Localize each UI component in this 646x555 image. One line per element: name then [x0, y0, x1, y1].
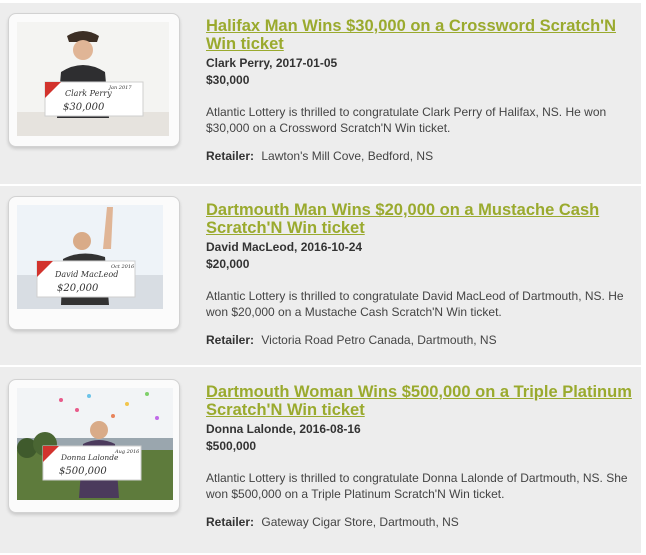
winner-retailer: Retailer: Gateway Cigar Store, Dartmouth…: [206, 515, 633, 529]
winner-name-date: Clark Perry, 2017-01-05: [206, 56, 338, 70]
cheque-date: Oct 2016: [111, 264, 135, 270]
winner-photo-frame[interactable]: Clark Perry $30,000 Jan 2017: [8, 13, 180, 147]
winner-retailer: Retailer: Lawton's Mill Cove, Bedford, N…: [206, 149, 633, 163]
cheque-name: David MacLeod: [54, 270, 118, 279]
winner-photo: Clark Perry $30,000 Jan 2017: [17, 22, 169, 136]
winner-description: Atlantic Lottery is thrilled to congratu…: [206, 471, 628, 501]
winner-name-date: Donna Lalonde, 2016-08-16: [206, 422, 361, 436]
cheque-date: Jan 2017: [108, 85, 132, 91]
cheque-amount: $30,000: [63, 102, 105, 113]
retailer-label: Retailer:: [206, 333, 255, 347]
winner-amount: $20,000: [206, 257, 250, 271]
retailer-value: Gateway Cigar Store, Dartmouth, NS: [261, 515, 459, 529]
retailer-label: Retailer:: [206, 149, 255, 163]
winner-card: Donna Lalonde $500,000 Aug 2016 Dartmout…: [0, 367, 641, 555]
cheque-amount: $500,000: [59, 466, 107, 477]
winner-retailer: Retailer: Victoria Road Petro Canada, Da…: [206, 333, 633, 347]
winner-photo: David MacLeod $20,000 Oct 2016: [17, 205, 163, 309]
winner-title-link[interactable]: Halifax Man Wins $30,000 on a Crossword …: [206, 17, 633, 53]
winner-description: Atlantic Lottery is thrilled to congratu…: [206, 289, 624, 319]
winner-amount: $30,000: [206, 73, 250, 87]
retailer-label: Retailer:: [206, 515, 255, 529]
winner-amount: $500,000: [206, 439, 257, 453]
cheque-name: Clark Perry: [65, 89, 112, 98]
cheque-date: Aug 2016: [114, 449, 140, 455]
winner-photo: Donna Lalonde $500,000 Aug 2016: [17, 388, 173, 500]
winner-card: Clark Perry $30,000 Jan 2017 Halifax Man…: [0, 3, 641, 186]
winner-description: Atlantic Lottery is thrilled to congratu…: [206, 105, 607, 135]
retailer-value: Lawton's Mill Cove, Bedford, NS: [261, 149, 434, 163]
winner-photo-frame[interactable]: David MacLeod $20,000 Oct 2016: [8, 196, 180, 330]
winner-card: David MacLeod $20,000 Oct 2016 Dartmouth…: [0, 186, 641, 367]
winner-title-link[interactable]: Dartmouth Man Wins $20,000 on a Mustache…: [206, 201, 633, 237]
winner-photo-frame[interactable]: Donna Lalonde $500,000 Aug 2016: [8, 379, 180, 513]
winner-name-date: David MacLeod, 2016-10-24: [206, 240, 363, 254]
retailer-value: Victoria Road Petro Canada, Dartmouth, N…: [261, 333, 497, 347]
winner-title-link[interactable]: Dartmouth Woman Wins $500,000 on a Tripl…: [206, 383, 633, 419]
cheque-amount: $20,000: [57, 283, 99, 294]
cheque-name: Donna Lalonde: [60, 453, 119, 462]
